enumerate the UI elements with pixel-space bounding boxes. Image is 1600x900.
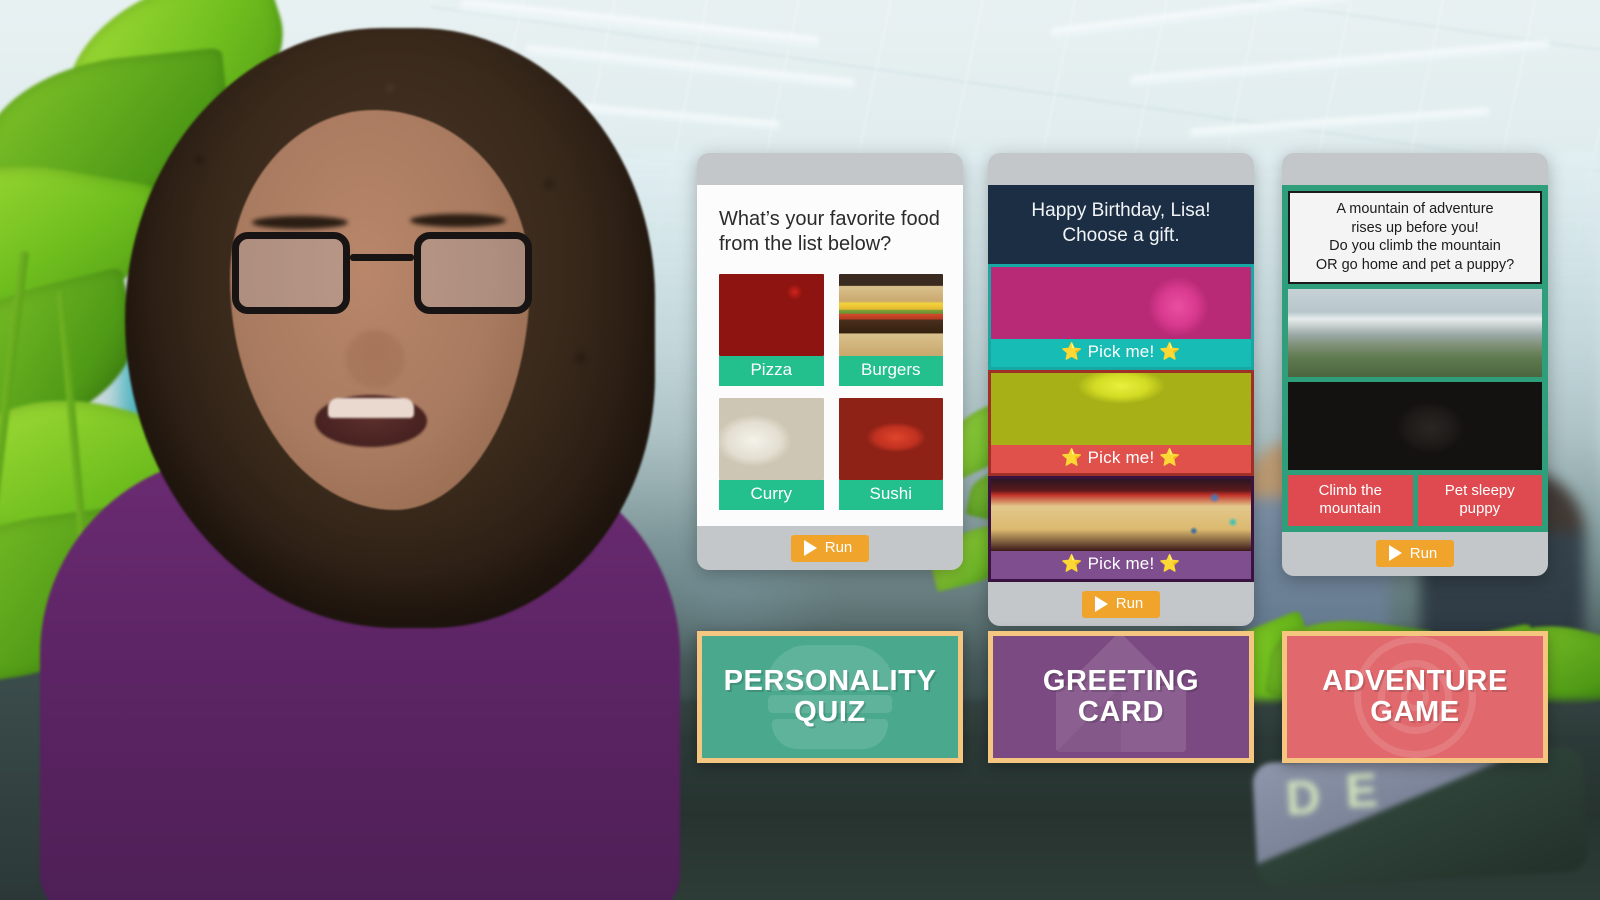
adventure-prompt: A mountain of adventure rises up before …	[1288, 191, 1542, 285]
quiz-option-curry[interactable]: Curry	[719, 398, 824, 511]
adventure-prompt-line4: OR go home and pet a puppy?	[1315, 256, 1515, 273]
banner-line1: ADVENTURE	[1322, 664, 1508, 697]
pink-ribbon-gift-image	[991, 267, 1251, 340]
curry-image	[719, 398, 824, 481]
adventure-prompt-line2: rises up before you!	[1351, 219, 1479, 236]
run-button-label: Run	[824, 539, 853, 557]
greeting-heading: Happy Birthday, Lisa! Choose a gift.	[988, 185, 1254, 265]
banner-line2: GAME	[1370, 696, 1460, 728]
card-top-bar	[988, 153, 1254, 185]
choice-line2: puppy	[1459, 499, 1501, 517]
card-top-bar	[697, 153, 963, 185]
quiz-option-pizza[interactable]: Pizza	[719, 274, 824, 387]
glasses-lens-right	[414, 232, 532, 314]
banner-line1: GREETING	[1042, 664, 1200, 697]
card-body: A mountain of adventure rises up before …	[1282, 185, 1548, 532]
quiz-options-grid: Pizza Burgers Curry Sushi	[719, 274, 943, 511]
pick-me-button[interactable]: ⭐ Pick me! ⭐	[991, 551, 1251, 580]
play-icon	[1094, 595, 1108, 612]
run-button-label: Run	[1115, 595, 1144, 613]
presenter-nose	[345, 330, 405, 388]
screen: D E What’s your favorite food from the l…	[0, 0, 1600, 900]
quiz-option-label: Pizza	[719, 356, 824, 387]
banner-line2: CARD	[1077, 696, 1165, 728]
presenter	[0, 0, 700, 900]
gold-gift-image	[991, 479, 1251, 552]
adventure-choices: Climb the mountain Pet sleepy puppy	[1288, 475, 1542, 526]
banner-label: PERSONALITY QUIZ	[723, 664, 937, 728]
pick-me-button[interactable]: ⭐ Pick me! ⭐	[991, 445, 1251, 474]
card-body: Happy Birthday, Lisa! Choose a gift. ⭐ P…	[988, 185, 1254, 583]
banner-label: ADVENTURE GAME	[1322, 664, 1508, 728]
banner-personality-quiz[interactable]: PERSONALITY QUIZ	[697, 631, 963, 763]
choice-line1: Pet sleepy	[1444, 482, 1515, 500]
project-card-greeting-card[interactable]: Happy Birthday, Lisa! Choose a gift. ⭐ P…	[988, 153, 1254, 627]
banner-label: GREETING CARD	[1042, 664, 1200, 728]
presenter-brow-left	[252, 216, 348, 229]
choice-line1: Climb the	[1318, 482, 1382, 500]
banner-line1: PERSONALITY	[723, 664, 937, 697]
card-footer: Run	[1282, 531, 1548, 576]
play-icon	[803, 539, 817, 556]
project-card-adventure-game[interactable]: A mountain of adventure rises up before …	[1282, 153, 1548, 576]
card-footer: Run	[697, 526, 963, 571]
card-footer: Run	[988, 582, 1254, 627]
adventure-prompt-line3: Do you climb the mountain	[1329, 238, 1501, 255]
glasses-lens-left	[232, 232, 350, 314]
banner-adventure-game[interactable]: ADVENTURE GAME	[1282, 631, 1548, 763]
mountain-image	[1288, 289, 1542, 378]
quiz-question: What’s your favorite food from the list …	[719, 208, 940, 256]
quiz-option-label: Curry	[719, 480, 824, 511]
sushi-image	[838, 398, 943, 481]
card-top-bar	[1282, 153, 1548, 185]
greeting-heading-line2: Choose a gift.	[1062, 224, 1180, 246]
presenter-brow-right	[410, 214, 506, 227]
adventure-prompt-line1: A mountain of adventure	[1336, 201, 1494, 217]
glasses-bridge	[350, 254, 414, 261]
pillow-letter-e: E	[1344, 764, 1379, 819]
gift-option-gold[interactable]: ⭐ Pick me! ⭐	[988, 476, 1254, 583]
choice-pet-puppy[interactable]: Pet sleepy puppy	[1417, 475, 1542, 526]
pillow: D E	[1251, 746, 1589, 889]
pizza-image	[719, 274, 824, 357]
quiz-option-burgers[interactable]: Burgers	[838, 274, 943, 387]
quiz-option-sushi[interactable]: Sushi	[838, 398, 943, 511]
quiz-option-label: Sushi	[838, 480, 943, 511]
greeting-heading-line1: Happy Birthday, Lisa!	[1031, 200, 1211, 221]
quiz-option-label: Burgers	[838, 356, 943, 387]
run-button[interactable]: Run	[790, 534, 870, 562]
run-button[interactable]: Run	[1375, 540, 1455, 568]
presenter-glasses	[232, 232, 532, 322]
red-gift-image	[991, 373, 1251, 446]
banner-greeting-card[interactable]: GREETING CARD	[988, 631, 1254, 763]
presenter-teeth	[328, 398, 414, 418]
choice-climb-mountain[interactable]: Climb the mountain	[1288, 475, 1413, 526]
run-button[interactable]: Run	[1081, 590, 1161, 618]
play-icon	[1388, 545, 1402, 562]
project-card-personality-quiz[interactable]: What’s your favorite food from the list …	[697, 153, 963, 571]
burger-image	[838, 274, 943, 357]
pick-me-button[interactable]: ⭐ Pick me! ⭐	[991, 339, 1251, 368]
gift-option-red[interactable]: ⭐ Pick me! ⭐	[988, 370, 1254, 477]
banner-line2: QUIZ	[794, 696, 866, 728]
pillow-letter-d: D	[1284, 771, 1322, 826]
puppy-image	[1288, 382, 1542, 471]
card-body: What’s your favorite food from the list …	[697, 185, 963, 527]
choice-line2: mountain	[1319, 499, 1382, 517]
run-button-label: Run	[1409, 544, 1438, 562]
gift-option-pink[interactable]: ⭐ Pick me! ⭐	[988, 264, 1254, 371]
